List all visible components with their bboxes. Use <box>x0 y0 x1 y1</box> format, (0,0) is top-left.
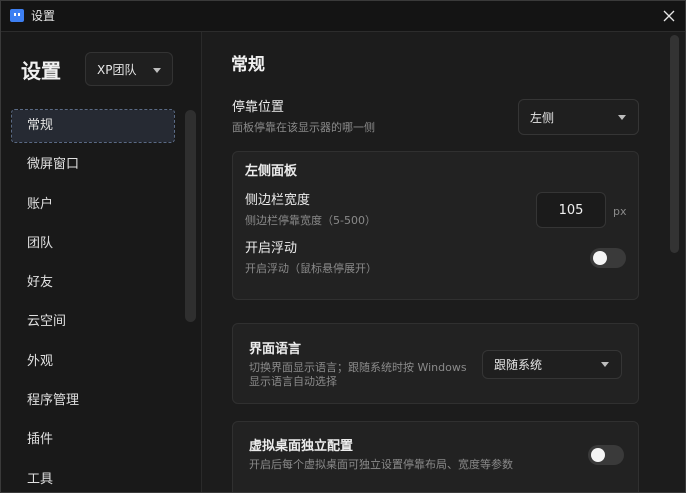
dock-position-select[interactable]: 左侧 <box>518 99 639 135</box>
virtual-desktop-label: 虚拟桌面独立配置 <box>249 439 354 454</box>
sidebar-item-mini-window[interactable]: 微屏窗口 <box>12 149 174 181</box>
sidebar-title: 设置 <box>21 59 61 83</box>
main-scrollbar[interactable] <box>670 35 679 253</box>
sidebar-item-friends[interactable]: 好友 <box>12 267 174 299</box>
sidebar-item-appearance[interactable]: 外观 <box>12 346 174 378</box>
sidebar-width-desc: 侧边栏停靠宽度（5-500） <box>245 214 376 227</box>
sidebar-item-label: 好友 <box>27 275 54 291</box>
sidebar-width-input[interactable] <box>536 192 606 228</box>
language-desc-line1: 切换界面显示语言；跟随系统时按 Windows <box>249 361 467 374</box>
sidebar-item-general[interactable]: 常规 <box>11 109 175 143</box>
virtual-desktop-toggle[interactable] <box>588 445 624 465</box>
float-desc: 开启浮动（鼠标悬停展开） <box>245 262 377 275</box>
sidebar-item-label: 账户 <box>27 196 54 212</box>
sidebar: 设置 XP团队 常规 微屏窗口 账户 团队 好友 云空间 外观 程序管理 插件 … <box>1 32 202 492</box>
left-panel-title: 左侧面板 <box>245 164 298 179</box>
language-value: 跟随系统 <box>494 358 543 372</box>
virtual-desktop-section: 虚拟桌面独立配置 开启后每个虚拟桌面可独立设置停靠布局、宽度等参数 <box>232 421 639 492</box>
sidebar-item-program-management[interactable]: 程序管理 <box>12 385 174 417</box>
main-content: 常规 停靠位置 面板停靠在该显示器的哪一侧 左侧 左侧面板 侧边栏宽度 侧边栏停… <box>202 32 685 492</box>
language-label: 界面语言 <box>249 342 302 357</box>
sidebar-width-unit: px <box>613 205 627 218</box>
sidebar-item-label: 团队 <box>27 235 54 251</box>
close-icon <box>663 10 675 22</box>
team-select[interactable]: XP团队 <box>85 52 173 86</box>
sidebar-item-label: 程序管理 <box>27 393 80 409</box>
dock-position-value: 左侧 <box>530 111 555 125</box>
dock-position-label: 停靠位置 <box>232 100 285 115</box>
sidebar-item-label: 工具 <box>27 471 54 487</box>
float-label: 开启浮动 <box>245 241 298 256</box>
sidebar-item-label: 外观 <box>27 353 54 369</box>
sidebar-item-tools[interactable]: 工具 <box>12 464 174 492</box>
sidebar-item-label: 微屏窗口 <box>27 157 80 173</box>
language-section: 界面语言 切换界面显示语言；跟随系统时按 Windows 显示语言自动选择 跟随… <box>232 323 639 404</box>
sidebar-item-cloud-space[interactable]: 云空间 <box>12 306 174 338</box>
chevron-down-icon <box>601 362 609 367</box>
settings-window: 设置 设置 XP团队 常规 微屏窗口 账户 团队 好友 云空间 外观 程序管理 … <box>0 0 686 493</box>
sidebar-scrollbar[interactable] <box>185 110 196 322</box>
virtual-desktop-desc: 开启后每个虚拟桌面可独立设置停靠布局、宽度等参数 <box>249 458 513 471</box>
sidebar-item-label: 云空间 <box>27 314 67 330</box>
toggle-knob <box>593 251 607 265</box>
sidebar-nav: 常规 微屏窗口 账户 团队 好友 云空间 外观 程序管理 插件 工具 <box>11 109 175 492</box>
window-title: 设置 <box>31 9 56 23</box>
chevron-down-icon <box>153 68 161 73</box>
sidebar-item-team[interactable]: 团队 <box>12 228 174 260</box>
title-bar: 设置 <box>1 1 685 32</box>
toggle-knob <box>591 448 605 462</box>
app-logo-icon <box>10 9 24 22</box>
language-select[interactable]: 跟随系统 <box>482 350 622 379</box>
sidebar-item-label: 插件 <box>27 432 54 448</box>
sidebar-item-account[interactable]: 账户 <box>12 189 174 221</box>
language-desc-line2: 显示语言自动选择 <box>249 375 337 388</box>
left-panel-section: 左侧面板 侧边栏宽度 侧边栏停靠宽度（5-500） px 开启浮动 开启浮动（鼠… <box>232 151 639 300</box>
sidebar-item-label: 常规 <box>27 118 54 133</box>
dock-position-desc: 面板停靠在该显示器的哪一侧 <box>232 121 375 134</box>
chevron-down-icon <box>618 115 626 120</box>
float-toggle[interactable] <box>590 248 626 268</box>
page-title: 常规 <box>231 55 265 75</box>
sidebar-width-label: 侧边栏宽度 <box>245 193 311 208</box>
sidebar-item-plugins[interactable]: 插件 <box>12 424 174 456</box>
team-select-value: XP团队 <box>97 63 137 77</box>
close-button[interactable] <box>657 4 681 28</box>
